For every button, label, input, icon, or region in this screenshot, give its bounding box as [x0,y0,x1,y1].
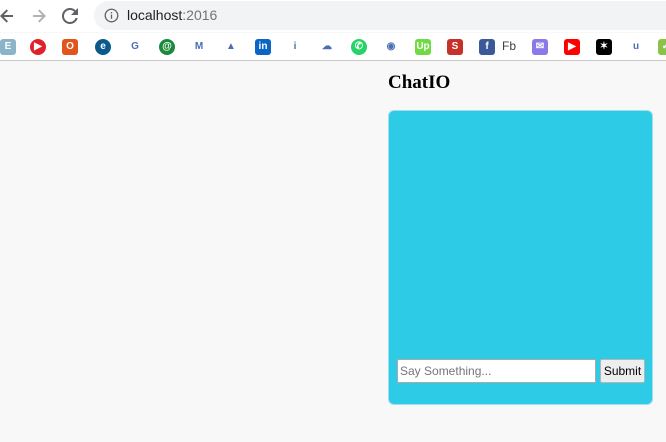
bookmark-fb-label[interactable]: Fb [502,39,516,53]
reload-icon [62,8,78,24]
reload-button[interactable] [58,4,82,28]
bookmarks-bar: E ▶ Oe G @ M ▲ in i ☁ ✆ ◉ Up Sf ✉ ▶ ✶ u ✓ Fb [0,33,666,61]
url-host: localhost [127,7,183,23]
bookmark-upwork-icon[interactable]: Up [415,39,431,55]
bookmark-google-icon[interactable]: G [127,39,143,55]
bookmark-youtube-icon[interactable]: ▶ [564,39,580,55]
bookmark-drive-icon[interactable]: ▲ [223,39,239,55]
bookmark-linkedin-icon[interactable]: in [255,39,271,55]
arrow-right-icon [33,9,46,23]
forward-button[interactable] [27,4,51,28]
submit-button[interactable]: Submit [600,359,645,383]
arrow-left-icon [0,9,13,23]
bookmark-gmail-icon[interactable]: M [191,39,207,55]
bookmark-check-icon[interactable]: ✓ [658,39,666,55]
address-bar[interactable]: localhost:2016 [94,1,666,30]
url-text[interactable]: localhost:2016 [127,7,217,23]
page-title: ChatIO [388,72,451,93]
back-button[interactable] [0,4,19,28]
bookmark-onedrive-icon[interactable]: ☁ [319,39,335,55]
bookmark-e2-icon[interactable]: e [95,39,111,55]
chat-panel: Submit [388,110,653,405]
bookmark-office-icon[interactable]: O [62,39,78,55]
bookmark-facebook-icon[interactable]: f [479,39,495,55]
bookmark-star-icon[interactable]: ✶ [596,39,612,55]
bookmark-s-icon[interactable]: S [447,39,463,55]
browser-toolbar: localhost:2016 [0,0,666,32]
bookmark-info-icon[interactable]: i [287,39,303,55]
message-input[interactable] [397,359,596,383]
url-port: :2016 [182,7,218,23]
info-icon[interactable] [104,8,119,23]
bookmark-swirl-icon[interactable]: @ [159,39,175,55]
bookmark-u-icon[interactable]: u [628,39,644,55]
bookmark-whatsapp-icon[interactable]: ✆ [351,39,367,55]
bookmark-github-icon[interactable]: ◉ [383,39,399,55]
bookmark-mail-icon[interactable]: ✉ [532,39,548,55]
bookmark-e-icon[interactable]: E [0,39,16,55]
page-content: ChatIO Submit [0,62,666,442]
bookmark-play-icon[interactable]: ▶ [30,39,46,55]
